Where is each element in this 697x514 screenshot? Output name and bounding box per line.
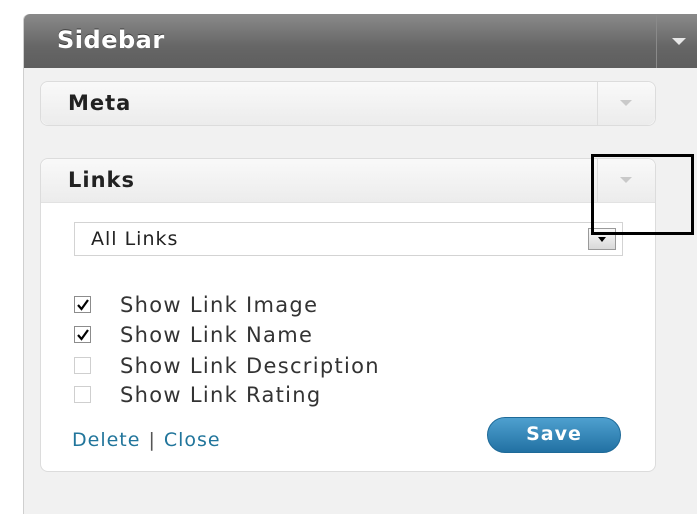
dropdown-arrow-icon xyxy=(598,237,606,242)
sidebar-toggle-button[interactable] xyxy=(656,14,697,68)
meta-widget-header[interactable]: Meta xyxy=(41,82,655,125)
actions-separator: | xyxy=(148,429,156,451)
checkmark-icon xyxy=(77,329,89,341)
triangle-down-icon xyxy=(672,38,686,45)
meta-widget-title: Meta xyxy=(68,91,132,115)
sidebar-title: Sidebar xyxy=(57,26,165,54)
highlight-annotation-box xyxy=(591,154,694,235)
show-link-image-label: Show Link Image xyxy=(120,293,319,317)
show-link-rating-checkbox[interactable] xyxy=(74,386,91,403)
save-button[interactable]: Save xyxy=(487,417,621,453)
links-category-value: All Links xyxy=(91,228,179,250)
show-link-description-label: Show Link Description xyxy=(120,354,380,378)
links-widget-header[interactable]: Links xyxy=(41,159,655,203)
checkmark-icon xyxy=(77,299,89,311)
links-widget-title: Links xyxy=(68,168,135,192)
meta-widget: Meta xyxy=(40,81,656,126)
close-link[interactable]: Close xyxy=(164,429,221,451)
triangle-down-icon xyxy=(620,100,632,106)
delete-link[interactable]: Delete xyxy=(72,429,140,451)
show-link-name-label: Show Link Name xyxy=(120,323,314,347)
show-link-rating-label: Show Link Rating xyxy=(120,383,322,407)
sidebar-header[interactable]: Sidebar xyxy=(24,14,697,68)
links-category-select[interactable]: All Links xyxy=(74,222,623,256)
show-link-description-checkbox[interactable] xyxy=(74,357,91,374)
meta-widget-toggle[interactable] xyxy=(597,82,655,125)
links-widget: Links All Links Show Link Image Show Lin… xyxy=(40,158,656,472)
widget-actions: Delete | Close xyxy=(72,429,221,451)
show-link-name-checkbox[interactable] xyxy=(74,326,91,343)
show-link-image-checkbox[interactable] xyxy=(74,296,91,313)
